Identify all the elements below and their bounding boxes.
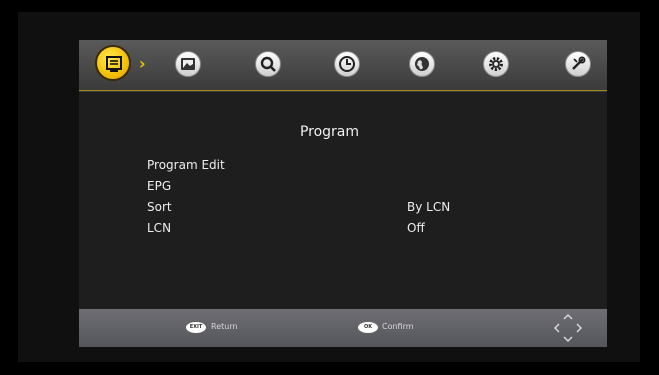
navigation-arrows-icon [554,314,582,342]
gear-icon [489,57,503,71]
tab-network[interactable] [409,51,435,77]
sort-value[interactable]: By LCN [407,199,450,215]
tab-tools[interactable] [565,51,591,77]
tab-search[interactable] [255,51,281,77]
exit-key-icon: EXIT [186,322,206,333]
menu-item-sort[interactable]: Sort [147,199,172,215]
tab-bar-divider [79,90,607,91]
clock-icon [339,56,355,72]
globe-icon [415,57,429,71]
tab-program[interactable] [95,45,131,81]
picture-icon [181,58,195,70]
chevron-right-icon: › [139,54,146,73]
menu-item-lcn[interactable]: LCN [147,220,171,236]
page-title: Program [299,124,360,140]
lcn-value[interactable]: Off [407,220,425,236]
confirm-label[interactable]: Confirm [382,321,414,333]
menu-item-epg[interactable]: EPG [147,178,171,194]
tools-icon [572,56,586,70]
tab-settings[interactable] [483,51,509,77]
tab-picture[interactable] [175,51,201,77]
tab-time[interactable] [334,51,360,77]
program-icon [106,56,122,72]
search-icon [260,56,276,72]
return-label[interactable]: Return [211,321,238,333]
menu-item-program-edit[interactable]: Program Edit [147,157,225,173]
ok-key-icon: OK [358,322,378,333]
footer-bar [79,309,607,347]
